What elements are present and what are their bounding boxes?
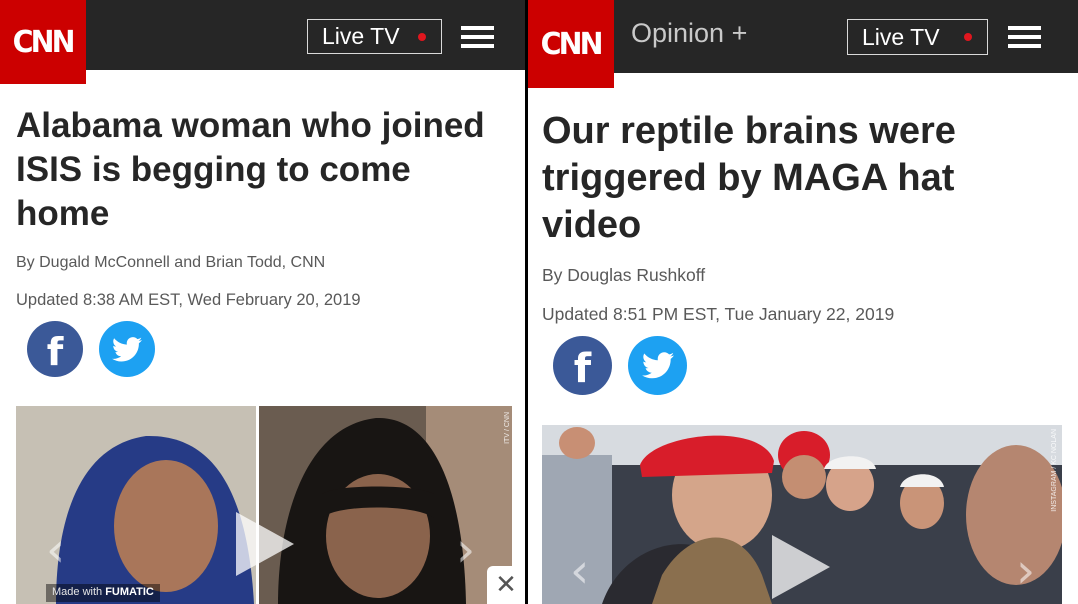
chevron-right-icon[interactable]: › [1016,543,1035,599]
article-byline: By Douglas Rushkoff [542,265,706,285]
live-tv-button[interactable]: Live TV [307,19,442,54]
twitter-icon [112,336,142,361]
article-panel-right: Opinion + Live TV CNN Our reptile brains… [528,0,1078,604]
live-dot-icon [418,32,426,41]
facebook-icon: f [573,345,592,392]
cnn-logo[interactable]: CNN [528,0,614,88]
video-player[interactable]: ‹ › ITV / CNN Made with FUMATIC [16,406,512,604]
chevron-left-icon[interactable]: ‹ [570,543,589,599]
article-byline: By Dugald McConnell and Brian Todd, CNN [16,254,326,271]
hamburger-menu-icon[interactable] [461,26,494,50]
cnn-logo[interactable]: CNN [0,0,86,84]
live-tv-label: Live TV [862,23,940,50]
live-dot-icon [964,33,972,41]
twitter-icon [641,352,674,379]
image-credit-watermark: INSTAGRAM / KC NOLAN [1051,429,1058,512]
facebook-share-button[interactable]: f [27,321,83,377]
chevron-right-icon[interactable]: › [456,522,475,578]
facebook-icon: f [46,330,64,374]
chevron-left-icon[interactable]: ‹ [46,522,65,578]
article-updated-timestamp: Updated 8:38 AM EST, Wed February 20, 20… [16,291,361,309]
made-with-badge: Made with FUMATIC [46,584,160,602]
twitter-share-button[interactable] [99,321,155,377]
video-player[interactable]: ‹ › INSTAGRAM / KC NOLAN [542,425,1062,604]
close-icon[interactable]: ✕ [487,566,525,604]
live-tv-label: Live TV [322,23,400,49]
twitter-share-button[interactable] [628,336,687,395]
article-headline: Alabama woman who joined ISIS is begging… [16,106,485,233]
play-icon[interactable] [772,535,830,599]
image-credit-watermark: ITV / CNN [504,412,511,444]
section-label[interactable]: Opinion + [631,18,747,49]
hamburger-menu-icon[interactable] [1008,26,1041,50]
article-panel-left: Live TV CNN Alabama woman who joined ISI… [0,0,525,604]
article-updated-timestamp: Updated 8:51 PM EST, Tue January 22, 201… [542,304,895,324]
play-icon[interactable] [236,512,294,576]
article-headline: Our reptile brains were triggered by MAG… [542,110,956,246]
facebook-share-button[interactable]: f [553,336,612,395]
live-tv-button[interactable]: Live TV [847,19,988,55]
